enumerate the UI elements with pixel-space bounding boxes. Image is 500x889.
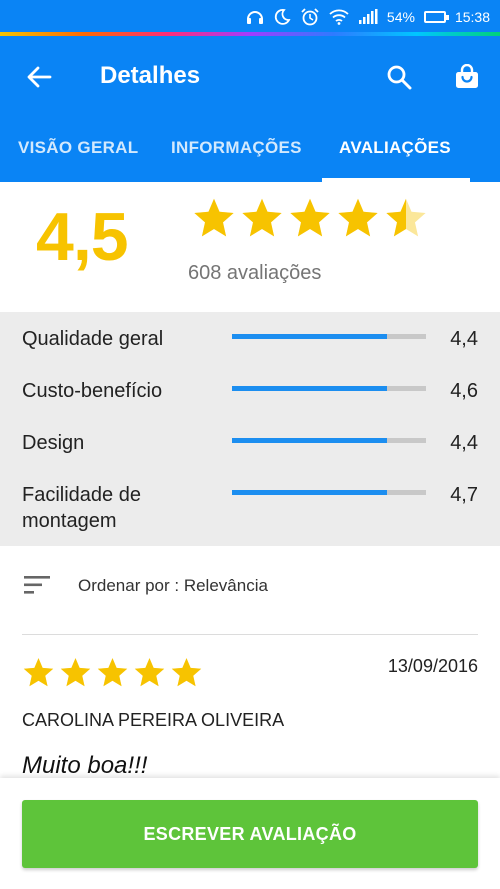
rating-label: Custo-benefício (22, 380, 163, 402)
divider (22, 634, 478, 635)
sort-label: Ordenar por : Relevância (78, 576, 268, 595)
rating-bar (232, 386, 426, 391)
review-title: Muito boa!!! (22, 752, 148, 779)
star-icon (242, 198, 282, 237)
review-author: CAROLINA PEREIRA OLIVEIRA (22, 710, 285, 730)
sort-icon (24, 576, 50, 594)
battery-icon (423, 11, 449, 23)
review-count: 608 avaliações (188, 262, 322, 284)
rating-value: 4,7 (450, 484, 478, 506)
star-icon (60, 658, 91, 687)
moon-icon (273, 8, 291, 26)
review-stars (22, 656, 203, 689)
star-icon (23, 658, 54, 687)
rating-bar-fill (232, 386, 388, 391)
tab-avaliacoes[interactable]: AVALIAÇÕES (339, 138, 451, 158)
app-bar: Detalhes (0, 36, 500, 120)
tab-informacoes[interactable]: INFORMAÇÕES (171, 138, 302, 158)
rating-label: Facilidade de montagem (22, 484, 141, 532)
back-arrow-icon (27, 66, 52, 88)
shopping-bag-icon (456, 64, 478, 88)
rating-bar-fill (232, 490, 388, 495)
star-icon (338, 198, 378, 237)
status-bar: 54% 15:38 (0, 0, 500, 36)
star-icon (290, 198, 330, 237)
rating-bar (232, 490, 426, 495)
status-icons: 54% 15:38 (246, 6, 490, 28)
rating-bar (232, 438, 426, 443)
average-score: 4,5 (36, 199, 129, 275)
rating-summary: 4,5 608 avaliações (0, 182, 500, 312)
headphones-icon (246, 9, 264, 25)
search-button[interactable] (382, 60, 416, 94)
wifi-icon (329, 9, 349, 25)
write-review-button[interactable]: ESCREVER AVALIAÇÃO (22, 800, 478, 868)
star-icon (134, 658, 165, 687)
ratings-breakdown: Qualidade geral 4,4 Custo-benefício 4,6 … (0, 312, 500, 546)
alarm-icon (300, 8, 320, 26)
rating-bar (232, 334, 426, 339)
rating-value: 4,4 (450, 328, 478, 350)
signal-icon (358, 9, 378, 25)
search-icon (387, 65, 412, 90)
star-icon (97, 658, 128, 687)
average-stars (192, 196, 428, 240)
rating-label: Design (22, 432, 85, 454)
rating-bar-fill (232, 334, 388, 339)
bottom-panel: ESCREVER AVALIAÇÃO (0, 778, 500, 889)
page-title: Detalhes (100, 62, 201, 89)
sort-control[interactable]: Ordenar por : Relevância (0, 562, 500, 610)
cart-button[interactable] (450, 60, 484, 94)
review-date: 13/09/2016 (387, 656, 478, 676)
rating-value: 4,6 (450, 380, 478, 402)
back-button[interactable] (22, 60, 56, 94)
clock: 15:38 (454, 9, 490, 25)
tab-visao-geral[interactable]: VISÃO GERAL (18, 138, 138, 158)
star-icon (386, 198, 426, 237)
tab-bar: VISÃO GERAL INFORMAÇÕES AVALIAÇÕES (0, 120, 500, 182)
star-icon (171, 658, 202, 687)
star-icon (194, 198, 234, 237)
rating-bar-fill (232, 438, 388, 443)
rating-value: 4,4 (450, 432, 478, 454)
rating-label: Qualidade geral (22, 328, 164, 350)
battery-percent: 54% (386, 9, 415, 25)
